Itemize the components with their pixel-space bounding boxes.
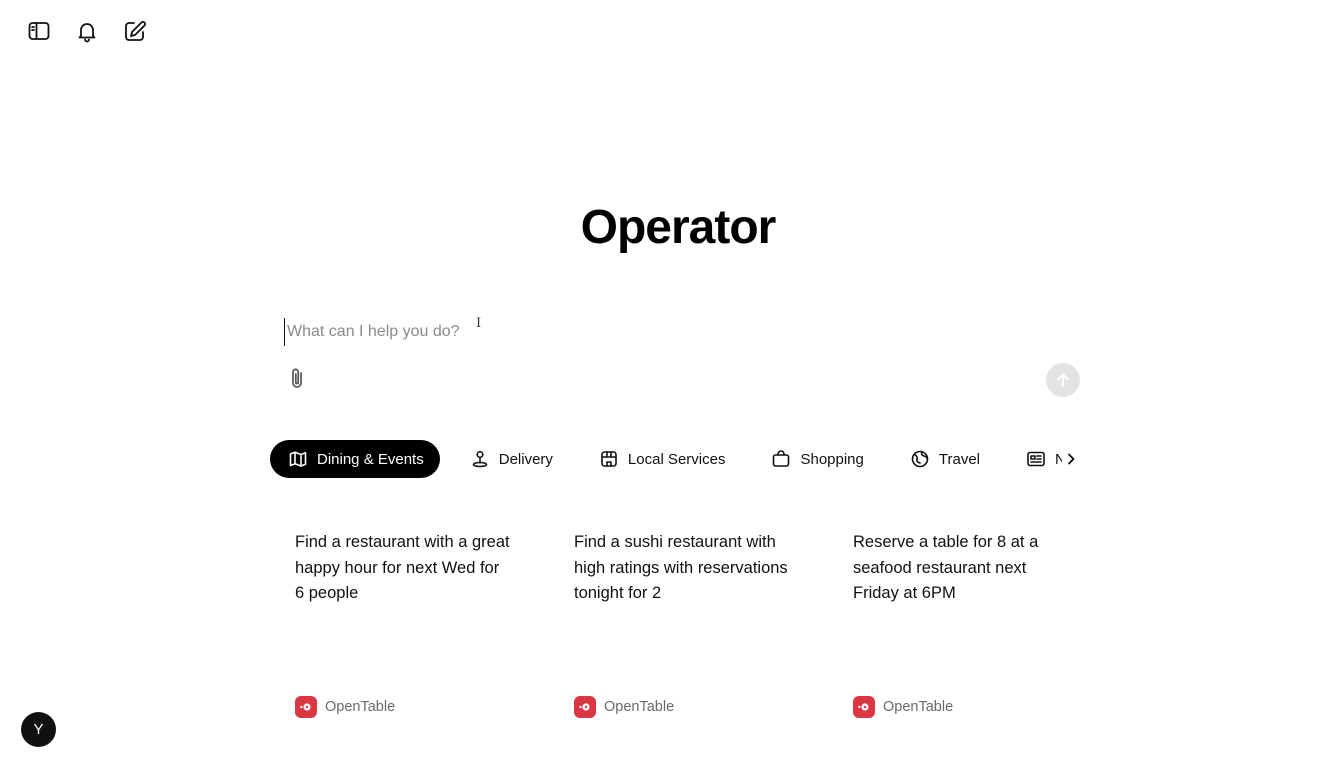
suggestion-text: Reserve a table for 8 at a seafood resta… [853,533,1039,602]
card-source-label: OpenTable [604,699,675,715]
card-source: OpenTable [295,696,395,718]
chevron-right-icon [1068,453,1075,465]
tab-label: Local Services [627,450,726,468]
user-avatar[interactable]: Y [21,712,56,747]
tab-local-services[interactable]: Local Services [581,440,742,478]
tab-shopping[interactable]: Shopping [753,440,879,478]
tab-label: Delivery [498,450,553,468]
prompt-input[interactable] [284,318,1027,346]
map-icon [289,451,307,467]
top-toolbar [24,16,150,46]
opentable-logo-icon [295,696,317,718]
tab-label: Dining & Events [317,450,424,468]
card-source: OpenTable [574,696,674,718]
tabs-scroll-right-button[interactable] [1062,449,1080,469]
suggestion-card[interactable]: Find a sushi restaurant with high rating… [574,530,824,730]
suggestion-text: Find a sushi restaurant with high rating… [574,533,788,602]
notifications-button[interactable] [72,16,102,46]
suggestion-card[interactable]: Find a restaurant with a great happy hou… [295,530,545,730]
send-button[interactable] [1046,363,1080,397]
map-pin-icon [472,450,488,468]
category-tabs: Dining & Events Delivery Local Services … [270,439,1080,479]
tab-delivery[interactable]: Delivery [452,440,569,478]
paperclip-icon [292,368,302,388]
page-title: Operator [580,201,777,254]
bell-icon [78,23,96,43]
attach-button[interactable] [286,366,310,392]
tab-label: Travel [938,450,980,468]
card-source-label: OpenTable [325,699,396,715]
suggestion-cards: Find a restaurant with a great happy hou… [295,530,1095,730]
newspaper-icon [1027,451,1045,467]
tab-news[interactable]: News [1008,440,1068,478]
prompt-composer: I [284,314,1084,410]
storefront-icon [601,451,617,467]
suggestion-card[interactable]: Reserve a table for 8 at a seafood resta… [853,530,1103,730]
opentable-logo-icon [574,696,596,718]
globe-icon [911,450,929,468]
sidebar-toggle-icon [28,22,50,40]
text-cursor-icon: I [476,316,482,331]
new-task-button[interactable] [120,16,150,46]
tab-dining-events[interactable]: Dining & Events [270,440,440,478]
opentable-logo-icon [853,696,875,718]
card-source: OpenTable [853,696,953,718]
tab-travel[interactable]: Travel [892,440,996,478]
card-source-label: OpenTable [883,699,954,715]
arrow-up-icon [1057,373,1069,387]
sidebar-toggle-button[interactable] [24,16,54,46]
suggestion-text: Find a restaurant with a great happy hou… [295,533,510,602]
tab-label: Shopping [800,450,864,468]
compose-icon [125,21,146,41]
shopping-bag-icon [773,450,790,467]
